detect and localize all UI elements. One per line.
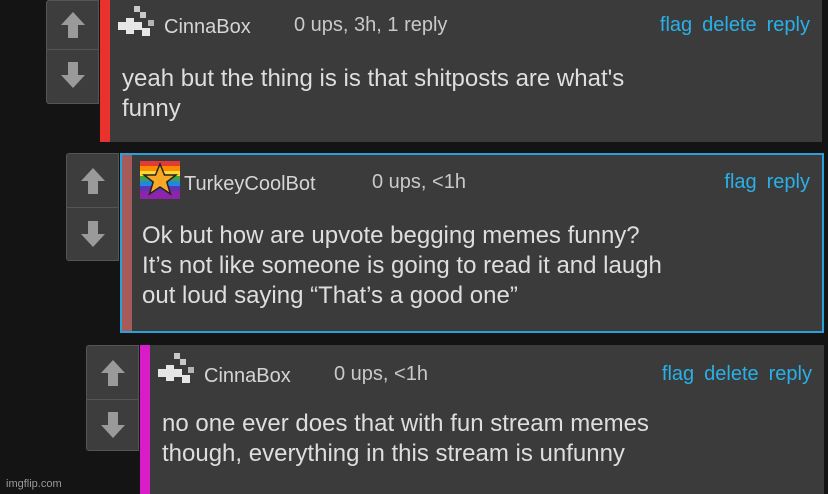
downvote-button[interactable] — [87, 400, 138, 450]
comment-line: Ok but how are upvote begging memes funn… — [142, 222, 640, 249]
flag-link[interactable]: flag — [724, 171, 756, 194]
rainbow-star-avatar-icon — [140, 161, 180, 199]
comment-actions: flag delete reply — [662, 363, 812, 386]
comment-body: TurkeyCoolBot 0 ups, <1h flag reply Ok b… — [120, 153, 824, 333]
downvote-button[interactable] — [47, 50, 98, 99]
accent-bar — [122, 155, 132, 331]
comment-meta: 0 ups, 3h, 1 reply — [294, 14, 448, 36]
downvote-arrow-icon — [60, 61, 85, 88]
accent-bar — [100, 0, 110, 142]
username[interactable]: TurkeyCoolBot — [184, 173, 316, 196]
comment-actions: flag reply — [724, 171, 810, 194]
comment-text: Ok but how are upvote begging memes funn… — [142, 221, 662, 311]
comment-actions: flag delete reply — [660, 14, 810, 37]
watermark: imgflip.com — [6, 478, 62, 490]
avatar — [118, 6, 158, 51]
accent-bar — [140, 345, 150, 494]
comment-body: CinnaBox 0 ups, 3h, 1 reply flag delete … — [100, 0, 822, 142]
comment-text: no one ever does that with fun stream me… — [162, 409, 649, 469]
avatar — [140, 161, 180, 204]
upvote-button[interactable] — [87, 346, 138, 400]
comment-line: though, everything in this stream is unf… — [162, 440, 625, 467]
comment-line: yeah but the thing is is that shitposts … — [122, 65, 625, 92]
upvote-arrow-icon — [60, 12, 85, 38]
flag-link[interactable]: flag — [662, 363, 694, 386]
upvote-arrow-icon — [100, 359, 125, 386]
reply-link[interactable]: reply — [767, 171, 810, 194]
comment-2: TurkeyCoolBot 0 ups, <1h flag reply Ok b… — [66, 153, 824, 333]
comment-meta: 0 ups, <1h — [334, 363, 428, 385]
pixel-avatar-icon — [158, 353, 194, 383]
comment-body: CinnaBox 0 ups, <1h flag delete reply no… — [140, 345, 824, 494]
downvote-arrow-icon — [80, 221, 105, 247]
downvote-button[interactable] — [67, 208, 118, 260]
comment-3: CinnaBox 0 ups, <1h flag delete reply no… — [86, 345, 824, 494]
vote-column — [66, 153, 119, 261]
upvote-button[interactable] — [47, 1, 98, 50]
upvote-button[interactable] — [67, 154, 118, 208]
flag-link[interactable]: flag — [660, 14, 692, 37]
comment-meta: 0 ups, <1h — [372, 171, 466, 193]
username[interactable]: CinnaBox — [204, 365, 291, 388]
comment-line: It’s not like someone is going to read i… — [142, 252, 662, 279]
username[interactable]: CinnaBox — [164, 16, 251, 39]
reply-link[interactable]: reply — [769, 363, 812, 386]
comment-text: yeah but the thing is is that shitposts … — [122, 64, 624, 124]
vote-column — [86, 345, 139, 451]
delete-link[interactable]: delete — [702, 14, 757, 37]
vote-column — [46, 0, 99, 104]
comment-line: funny — [122, 95, 181, 122]
downvote-arrow-icon — [100, 412, 125, 438]
comment-line: no one ever does that with fun stream me… — [162, 410, 649, 437]
avatar — [158, 353, 198, 398]
reply-link[interactable]: reply — [767, 14, 810, 37]
comment-1: CinnaBox 0 ups, 3h, 1 reply flag delete … — [46, 0, 822, 142]
delete-link[interactable]: delete — [704, 363, 759, 386]
comment-line: out loud saying “That’s a good one” — [142, 282, 518, 309]
upvote-arrow-icon — [80, 167, 105, 194]
pixel-avatar-icon — [118, 6, 154, 36]
